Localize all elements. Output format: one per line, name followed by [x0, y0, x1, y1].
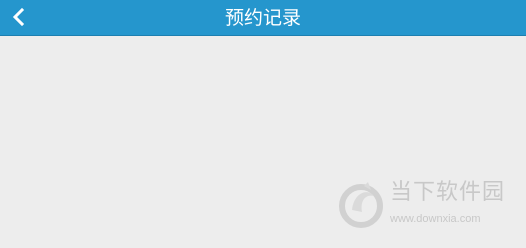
- chevron-left-icon: [12, 8, 25, 26]
- watermark: 当下软件园 www.downxia.com: [338, 178, 510, 236]
- watermark-name: 当下软件园: [390, 180, 506, 205]
- top-bar: 预约记录: [0, 0, 526, 36]
- back-button[interactable]: [4, 2, 34, 32]
- watermark-url: www.downxia.com: [390, 213, 481, 225]
- page-title: 预约记录: [224, 7, 301, 29]
- downxia-logo-icon: [339, 182, 383, 228]
